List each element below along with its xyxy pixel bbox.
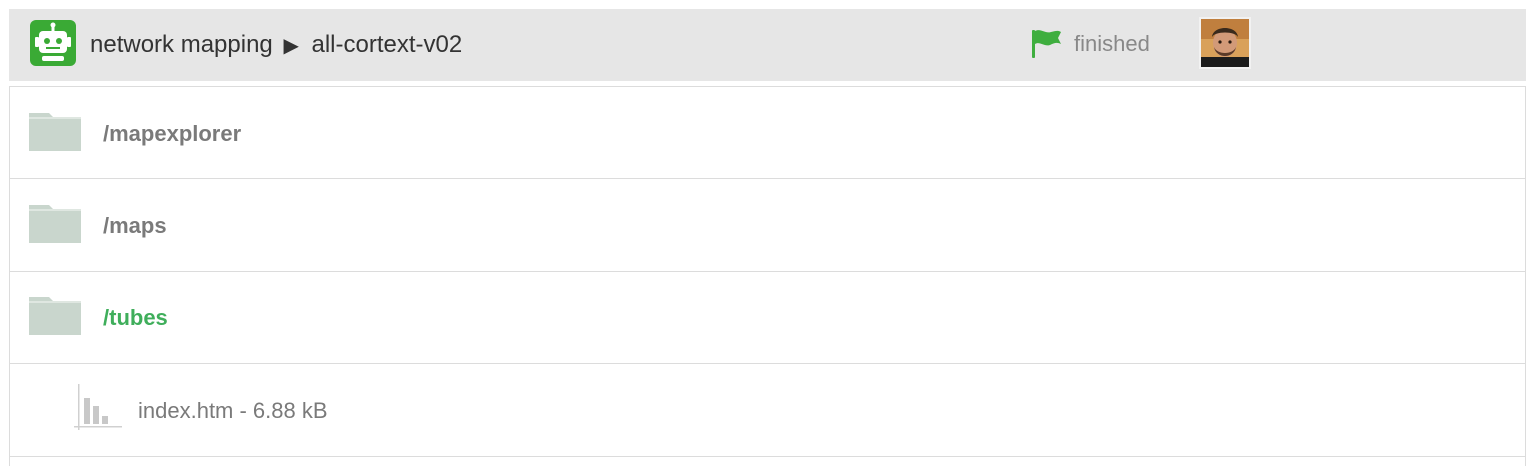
header-bar: network mapping ▶ all-cortext-v02 finish… — [9, 9, 1526, 81]
folder-name[interactable]: /mapexplorer — [103, 121, 241, 147]
breadcrumb-project[interactable]: network mapping — [90, 31, 273, 58]
folder-icon — [29, 297, 81, 335]
folder-name[interactable]: /maps — [103, 213, 167, 239]
folder-name-active[interactable]: /tubes — [103, 305, 168, 331]
user-avatar[interactable] — [1199, 17, 1251, 69]
file-list: /mapexplorer /maps /tubes index.htm - 6.… — [9, 86, 1526, 466]
file-name[interactable]: index.htm - 6.88 kB — [138, 398, 328, 424]
robot-icon[interactable] — [30, 20, 76, 66]
folder-icon — [29, 113, 81, 151]
breadcrumb-separator: ▶ — [283, 35, 299, 57]
list-item[interactable]: index.htm - 6.88 kB — [10, 364, 1525, 457]
breadcrumb-dataset[interactable]: all-cortext-v02 — [312, 31, 463, 58]
status-indicator: finished — [1029, 28, 1150, 60]
breadcrumb: network mapping ▶ all-cortext-v02 — [90, 30, 462, 61]
status-text: finished — [1074, 31, 1150, 56]
folder-icon — [29, 205, 81, 243]
list-item[interactable]: /maps — [10, 179, 1525, 272]
bar-chart-icon — [74, 384, 122, 430]
flag-icon — [1032, 30, 1061, 58]
list-item[interactable]: /tubes — [10, 272, 1525, 364]
list-item[interactable]: /mapexplorer — [10, 87, 1525, 179]
avatar-image — [1201, 19, 1249, 67]
